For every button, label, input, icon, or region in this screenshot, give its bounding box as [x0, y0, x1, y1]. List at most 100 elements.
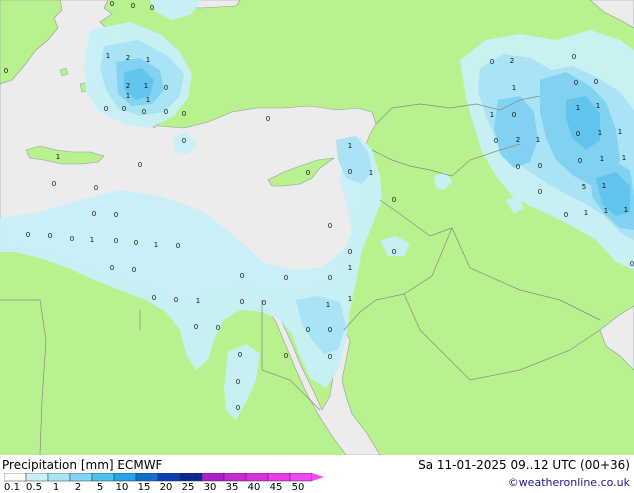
precip-value-label: 0 — [114, 211, 118, 219]
precip-value-label: 0 — [142, 108, 146, 116]
precip-value-label: 1 — [326, 301, 330, 309]
color-scale-swatch — [47, 473, 71, 482]
precip-value-label: 0 — [576, 130, 580, 138]
precip-value-label: 0 — [284, 352, 288, 360]
precip-value-label: 0 — [131, 2, 135, 10]
precip-value-label: 0 — [538, 188, 542, 196]
map-title: Precipitation [mm] ECMWF — [2, 458, 163, 472]
precip-value-label: 0 — [284, 274, 288, 282]
precip-value-label: 0 — [574, 79, 578, 87]
color-scale-swatch — [179, 473, 203, 482]
precip-value-label: 0 — [92, 210, 96, 218]
precip-value-label: 5 — [582, 183, 586, 191]
precip-value-label: 0 — [328, 353, 332, 361]
color-scale-tick: 20 — [159, 482, 173, 493]
precip-value-label: 0 — [194, 323, 198, 331]
precip-value-label: 1 — [348, 142, 352, 150]
precip-value-label: 0 — [48, 232, 52, 240]
color-scale-swatch — [267, 473, 291, 482]
precip-value-label: 0 — [26, 231, 30, 239]
precip-value-label: 0 — [328, 274, 332, 282]
forecast-time: Sa 11-01-2025 09..12 UTC (00+36) — [418, 458, 630, 472]
color-scale-tick: 10 — [115, 482, 129, 493]
color-scale-tick: 2 — [74, 482, 82, 493]
precip-value-label: 1 — [490, 111, 494, 119]
precip-value-label: 0 — [238, 351, 242, 359]
color-scale-swatch — [289, 473, 313, 482]
precip-value-label: 1 — [154, 241, 158, 249]
color-scale-swatch — [157, 473, 181, 482]
color-scale-tick: 15 — [137, 482, 151, 493]
color-scale-swatch — [4, 473, 27, 482]
precip-value-label: 0 — [174, 296, 178, 304]
precip-value-label: 0 — [490, 58, 494, 66]
precip-value-label: 0 — [578, 157, 582, 165]
precip-value-label: 0 — [306, 326, 310, 334]
color-scale-swatch — [201, 473, 225, 482]
precip-value-label: 2 — [126, 54, 130, 62]
precip-value-label: 0 — [150, 4, 154, 12]
precip-value-label: 0 — [262, 299, 266, 307]
precip-value-label: 0 — [114, 237, 118, 245]
precip-value-label: 1 — [512, 84, 516, 92]
precip-value-label: 1 — [348, 295, 352, 303]
precipitation-map: 0 0 0 1 2 1 0 2 1 0 1 1 0 0 0 0 0 0 0 1 1 0 0 1 0 0 0 0 0 0 0 0 0 0 1 0 0 1 0 0… — [0, 0, 634, 455]
color-scale-tick: 40 — [247, 482, 261, 493]
color-scale-swatch — [245, 473, 269, 482]
precip-value-label: 0 — [182, 110, 186, 118]
precip-value-label: 1 — [622, 154, 626, 162]
precip-value-label: 0 — [306, 169, 310, 177]
precip-value-label: 0 — [164, 84, 168, 92]
color-scale-tick: 35 — [225, 482, 239, 493]
precip-value-label: 0 — [164, 108, 168, 116]
color-scale-tick: 0.5 — [26, 482, 42, 493]
precip-value-label: 1 — [596, 102, 600, 110]
precip-value-label: 0 — [512, 111, 516, 119]
precip-value-label: 1 — [600, 155, 604, 163]
precip-value-label: 0 — [176, 242, 180, 250]
precip-value-label: 2 — [516, 136, 520, 144]
precip-value-label: 1 — [126, 92, 130, 100]
precip-value-label: 0 — [104, 105, 108, 113]
precip-value-label: 1 — [144, 82, 148, 90]
color-scale-tick: 1 — [52, 482, 60, 493]
color-scale-swatch — [223, 473, 247, 482]
color-scale-tick: 30 — [203, 482, 217, 493]
precip-value-label: 0 — [134, 239, 138, 247]
color-scale-swatch — [135, 473, 159, 482]
color-scale-tick: 5 — [96, 482, 104, 493]
precip-value-label: 2 — [126, 82, 130, 90]
color-scale-swatch — [69, 473, 93, 482]
color-scale-tick: 25 — [181, 482, 195, 493]
precip-value-label: 0 — [348, 168, 352, 176]
precip-value-label: 0 — [240, 272, 244, 280]
color-scale-arrow — [312, 473, 324, 481]
precip-value-label: 0 — [152, 294, 156, 302]
color-scale-swatch — [91, 473, 115, 482]
precip-value-label: 0 — [348, 248, 352, 256]
precip-value-label: 0 — [594, 78, 598, 86]
precip-value-label: 0 — [516, 163, 520, 171]
precip-value-label: 1 — [536, 136, 540, 144]
precip-value-label: 0 — [110, 0, 114, 8]
precip-value-label: 1 — [106, 52, 110, 60]
precip-value-label: 1 — [196, 297, 200, 305]
precip-value-label: 1 — [348, 264, 352, 272]
precip-value-label: 1 — [56, 153, 60, 161]
precip-value-label: 1 — [369, 169, 373, 177]
precip-value-label: 0 — [4, 67, 8, 75]
precip-value-label: 0 — [110, 264, 114, 272]
color-scale-tick: 0.1 — [4, 482, 20, 493]
precip-value-label: 0 — [182, 137, 186, 145]
precip-value-label: 1 — [90, 236, 94, 244]
color-scale-swatch — [113, 473, 137, 482]
precip-value-label: 1 — [576, 104, 580, 112]
precip-value-label: 0 — [328, 222, 332, 230]
precip-value-label: 0 — [236, 378, 240, 386]
color-scale-swatch — [25, 473, 49, 482]
precip-value-label: 1 — [618, 128, 622, 136]
precip-value-label: 0 — [564, 211, 568, 219]
map-footer: Precipitation [mm] ECMWF Sa 11-01-2025 0… — [0, 455, 634, 493]
source-credit[interactable]: ©weatheronline.co.uk — [508, 476, 630, 489]
precip-value-label: 1 — [146, 96, 150, 104]
